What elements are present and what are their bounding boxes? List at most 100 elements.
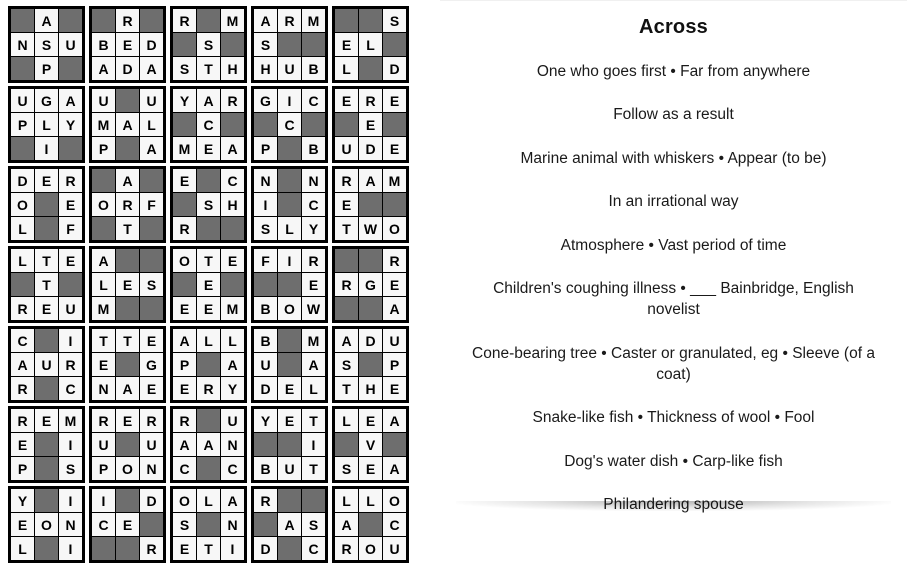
letter-cell[interactable]: T [92, 329, 115, 352]
letter-cell[interactable]: O [278, 297, 301, 320]
crossword-block[interactable]: RMSSTH [170, 6, 247, 83]
letter-cell[interactable]: U [278, 457, 301, 480]
letter-cell[interactable]: O [383, 217, 406, 240]
letter-cell[interactable]: C [173, 457, 196, 480]
letter-cell[interactable]: L [302, 377, 325, 400]
letter-cell[interactable]: I [254, 193, 277, 216]
letter-cell[interactable]: O [92, 193, 115, 216]
crossword-block[interactable]: B M U A DEL [251, 326, 328, 403]
letter-cell[interactable]: E [359, 409, 382, 432]
letter-cell[interactable]: A [92, 249, 115, 272]
crossword-block[interactable]: FIRE BOW [251, 246, 328, 323]
letter-cell[interactable]: L [11, 217, 34, 240]
letter-cell[interactable]: T [35, 273, 58, 296]
letter-cell[interactable]: A [278, 513, 301, 536]
letter-cell[interactable]: T [302, 457, 325, 480]
letter-cell[interactable]: E [359, 113, 382, 136]
letter-cell[interactable]: F [140, 193, 163, 216]
letter-cell[interactable]: U [383, 537, 406, 560]
letter-cell[interactable]: R [11, 297, 34, 320]
letter-cell[interactable]: O [35, 513, 58, 536]
letter-cell[interactable]: Y [221, 377, 244, 400]
letter-cell[interactable]: U [278, 57, 301, 80]
crossword-block[interactable]: LLOACROU [332, 486, 409, 563]
crossword-block[interactable]: OLA S N ETI [170, 486, 247, 563]
letter-cell[interactable]: O [116, 457, 139, 480]
letter-cell[interactable]: L [278, 217, 301, 240]
crossword-block[interactable]: E CSH R [170, 166, 247, 243]
letter-cell[interactable]: N [302, 169, 325, 192]
letter-cell[interactable]: T [197, 57, 220, 80]
letter-cell[interactable]: D [254, 377, 277, 400]
letter-cell[interactable]: E [92, 353, 115, 376]
letter-cell[interactable]: U [59, 297, 82, 320]
crossword-block[interactable]: ANSUP [8, 6, 85, 83]
letter-cell[interactable]: A [59, 89, 82, 112]
letter-cell[interactable]: L [92, 273, 115, 296]
letter-cell[interactable]: E [173, 537, 196, 560]
letter-cell[interactable]: O [11, 193, 34, 216]
letter-cell[interactable]: R [140, 537, 163, 560]
letter-cell[interactable]: R [11, 377, 34, 400]
letter-cell[interactable]: R [59, 169, 82, 192]
letter-cell[interactable]: E [383, 137, 406, 160]
letter-cell[interactable]: T [116, 217, 139, 240]
letter-cell[interactable]: L [359, 33, 382, 56]
letter-cell[interactable]: H [221, 57, 244, 80]
letter-cell[interactable]: A [254, 9, 277, 32]
letter-cell[interactable]: S [254, 33, 277, 56]
letter-cell[interactable]: N [254, 169, 277, 192]
crossword-block[interactable]: UUMALPA [89, 86, 166, 163]
letter-cell[interactable]: I [59, 489, 82, 512]
letter-cell[interactable]: A [116, 113, 139, 136]
letter-cell[interactable]: L [335, 409, 358, 432]
letter-cell[interactable]: L [335, 57, 358, 80]
letter-cell[interactable]: T [302, 409, 325, 432]
letter-cell[interactable]: P [92, 137, 115, 160]
letter-cell[interactable]: U [254, 353, 277, 376]
crossword-block[interactable]: AORFT [89, 166, 166, 243]
crossword-block[interactable]: I D CER [89, 486, 166, 563]
letter-cell[interactable]: M [221, 297, 244, 320]
letter-cell[interactable]: O [359, 537, 382, 560]
letter-cell[interactable]: E [116, 409, 139, 432]
letter-cell[interactable]: A [335, 329, 358, 352]
crossword-block[interactable]: YETIBUT [251, 406, 328, 483]
letter-cell[interactable]: I [278, 89, 301, 112]
letter-cell[interactable]: N [92, 377, 115, 400]
letter-cell[interactable]: A [11, 353, 34, 376]
letter-cell[interactable]: E [383, 273, 406, 296]
letter-cell[interactable]: E [35, 297, 58, 320]
letter-cell[interactable]: T [35, 249, 58, 272]
crossword-block[interactable]: LTETREU [8, 246, 85, 323]
letter-cell[interactable]: S [383, 9, 406, 32]
letter-cell[interactable]: S [173, 513, 196, 536]
crossword-block[interactable]: LEAVSEA [332, 406, 409, 483]
letter-cell[interactable]: A [35, 9, 58, 32]
letter-cell[interactable]: D [140, 33, 163, 56]
letter-cell[interactable]: L [35, 113, 58, 136]
letter-cell[interactable]: D [383, 57, 406, 80]
letter-cell[interactable]: L [11, 249, 34, 272]
letter-cell[interactable]: A [173, 329, 196, 352]
letter-cell[interactable]: I [59, 329, 82, 352]
letter-cell[interactable]: A [173, 433, 196, 456]
letter-cell[interactable]: I [59, 537, 82, 560]
crossword-block[interactable]: SELLD [332, 6, 409, 83]
letter-cell[interactable]: I [302, 433, 325, 456]
letter-cell[interactable]: C [11, 329, 34, 352]
letter-cell[interactable]: L [11, 537, 34, 560]
letter-cell[interactable]: I [35, 137, 58, 160]
letter-cell[interactable]: R [140, 409, 163, 432]
crossword-block[interactable]: ADU S P THE [332, 326, 409, 403]
letter-cell[interactable]: C [302, 89, 325, 112]
letter-cell[interactable]: E [278, 409, 301, 432]
letter-cell[interactable]: Y [173, 89, 196, 112]
letter-cell[interactable]: T [197, 249, 220, 272]
letter-cell[interactable]: G [359, 273, 382, 296]
letter-cell[interactable]: R [254, 489, 277, 512]
letter-cell[interactable]: S [140, 273, 163, 296]
letter-cell[interactable]: Y [59, 113, 82, 136]
letter-cell[interactable]: A [116, 377, 139, 400]
letter-cell[interactable]: T [335, 377, 358, 400]
